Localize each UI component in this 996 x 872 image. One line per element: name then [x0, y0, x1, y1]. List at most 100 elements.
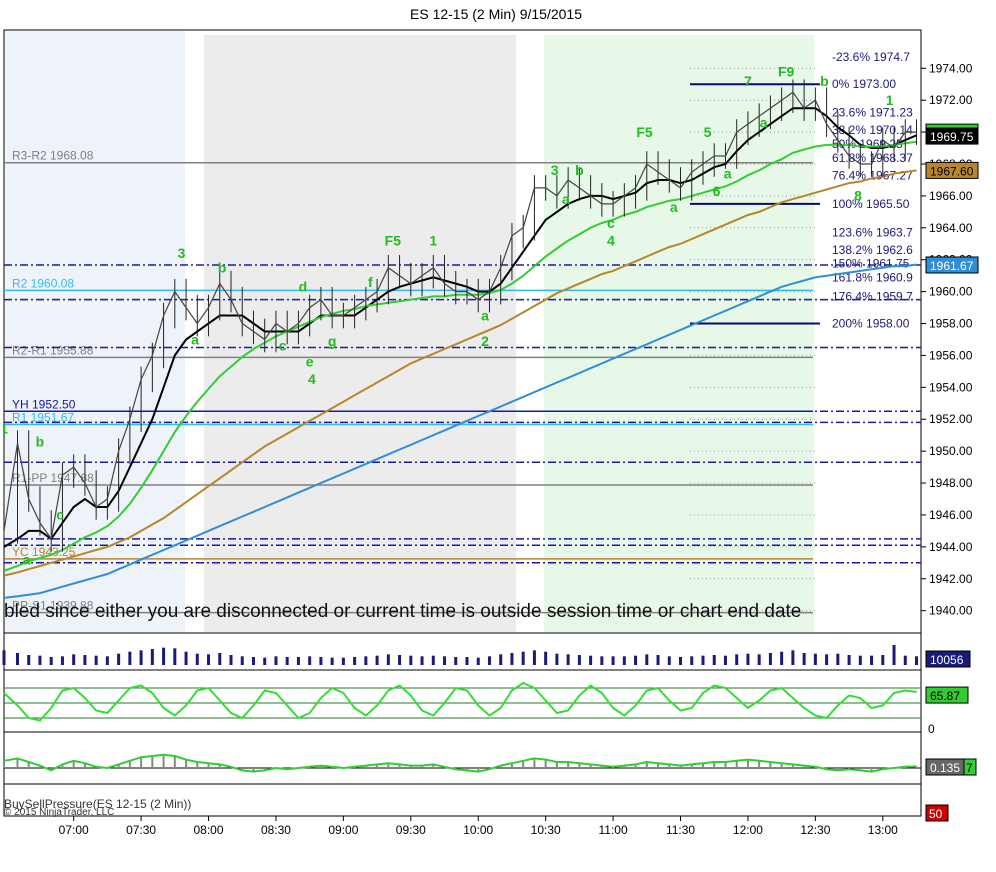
- volume-bar: [83, 655, 87, 665]
- volume-bar: [521, 651, 525, 665]
- volume-bar: [757, 654, 761, 665]
- volume-bar: [38, 655, 42, 665]
- lower-marker-label: 50: [929, 807, 943, 821]
- x-tick-label: 11:30: [666, 823, 695, 837]
- volume-bars: 10056: [2, 645, 971, 668]
- volume-bar: [476, 657, 480, 665]
- volume-bar: [858, 655, 862, 665]
- volume-bar: [510, 653, 514, 665]
- y-tick-label: 1944.00: [929, 540, 973, 554]
- volume-bar: [723, 655, 727, 665]
- pivot-label: R2-R1 1955.88: [12, 343, 94, 357]
- volume-bar: [184, 651, 188, 665]
- y-tick-label: 1954.00: [929, 380, 973, 394]
- fib-label: 200% 1958.00: [832, 317, 910, 331]
- session-band: [204, 35, 516, 632]
- volume-bar: [229, 655, 233, 665]
- volume-bar: [105, 656, 109, 665]
- volume-bar: [398, 655, 402, 665]
- volume-bar: [566, 654, 570, 665]
- y-tick-label: 1960.00: [929, 285, 973, 299]
- volume-bar: [915, 656, 919, 665]
- y-tick-label: 1952.00: [929, 412, 973, 426]
- volume-bar: [589, 655, 593, 665]
- pressure-aux-label: 7: [966, 761, 973, 775]
- volume-bar: [162, 647, 166, 665]
- wave-label: 7: [744, 73, 752, 89]
- oscillator-panel-frame: [3, 669, 922, 733]
- pivot-label: R3-R2 1968.08: [12, 149, 94, 163]
- volume-bar: [690, 656, 694, 665]
- volume-bar: [847, 655, 851, 665]
- fib-label: 176.4% 1959.7: [832, 289, 913, 303]
- y-axis: 1940.00 1942.00 1944.00 1946.00 1948.00 1950.…: [921, 61, 973, 618]
- volume-bar: [218, 653, 222, 665]
- volume-bar: [386, 654, 390, 665]
- volume-bar: [285, 657, 289, 665]
- volume-bar: [712, 655, 716, 665]
- oscillator-line: [3, 681, 917, 722]
- wave-label: b: [575, 162, 584, 178]
- wave-label: a: [562, 191, 570, 207]
- volume-bar: [892, 645, 896, 665]
- volume-bar: [667, 656, 671, 665]
- x-tick-label: 12:00: [733, 823, 763, 837]
- volume-bar: [353, 657, 357, 665]
- x-tick-label: 13:00: [868, 823, 898, 837]
- volume-bar: [768, 653, 772, 665]
- wave-label: a: [191, 331, 199, 347]
- volume-bar: [240, 656, 244, 665]
- price-marker-label: 1967.60: [930, 164, 974, 178]
- volume-bar: [139, 650, 143, 665]
- volume-bar: [341, 657, 345, 665]
- volume-bar: [780, 651, 784, 665]
- wave-label: 1: [0, 421, 8, 437]
- x-tick-label: 07:30: [126, 823, 156, 837]
- volume-bar: [2, 650, 6, 665]
- volume-bar: [274, 656, 278, 665]
- volume-bar: [420, 656, 424, 665]
- volume-bar: [364, 656, 368, 665]
- volume-bar: [656, 655, 660, 665]
- volume-bar: [679, 657, 683, 665]
- y-tick-label: 1948.00: [929, 476, 973, 490]
- x-tick-label: 10:00: [463, 823, 493, 837]
- wave-label: 3: [551, 162, 559, 178]
- wave-label: c: [279, 338, 287, 354]
- x-tick-label: 09:30: [396, 823, 426, 837]
- wave-label: b: [218, 259, 227, 275]
- fib-label: 23.6% 1971.23: [832, 105, 913, 119]
- chart: ES 12-15 (2 Min) 9/15/2015 1940.00 1942.0…: [0, 6, 979, 837]
- x-axis: 07:00 07:30 08:00 08:30 09:00 09:30 10:00 10:30…: [59, 816, 898, 837]
- volume-bar: [544, 651, 548, 665]
- copyright: © 2015 NinjaTrader, LLC: [4, 807, 114, 818]
- wave-label: 2: [481, 333, 489, 349]
- fib-label: 123.6% 1963.7: [832, 226, 913, 240]
- volume-bar: [431, 655, 435, 665]
- volume-bar: [409, 655, 413, 665]
- x-tick-label: 09:00: [328, 823, 358, 837]
- y-tick-label: 1950.00: [929, 444, 973, 458]
- volume-bar: [577, 655, 581, 665]
- volume-bar: [532, 650, 536, 665]
- fib-label: 76.4% 1967.27: [832, 169, 913, 183]
- volume-bar: [375, 655, 379, 665]
- volume-bar: [60, 656, 64, 665]
- volume-bar: [735, 654, 739, 665]
- pressure-marker-label: 0.135: [930, 761, 960, 775]
- volume-bar: [251, 657, 255, 665]
- volume-bar: [813, 653, 817, 665]
- session-watermark: bled since either you are disconnected o…: [4, 601, 801, 622]
- volume-bar: [15, 653, 19, 665]
- x-tick-label: 11:00: [599, 823, 628, 837]
- wave-label: c: [56, 507, 64, 523]
- wave-label: e: [306, 354, 314, 370]
- wave-label: g: [328, 333, 337, 349]
- wave-label: 4: [607, 232, 615, 248]
- volume-bar: [150, 649, 154, 665]
- volume-bar: [296, 657, 300, 665]
- pivot-label: YH 1952.50: [12, 397, 76, 411]
- wave-label: f: [368, 274, 373, 290]
- y-tick-label: 1966.00: [929, 189, 973, 203]
- volume-bar: [308, 656, 312, 665]
